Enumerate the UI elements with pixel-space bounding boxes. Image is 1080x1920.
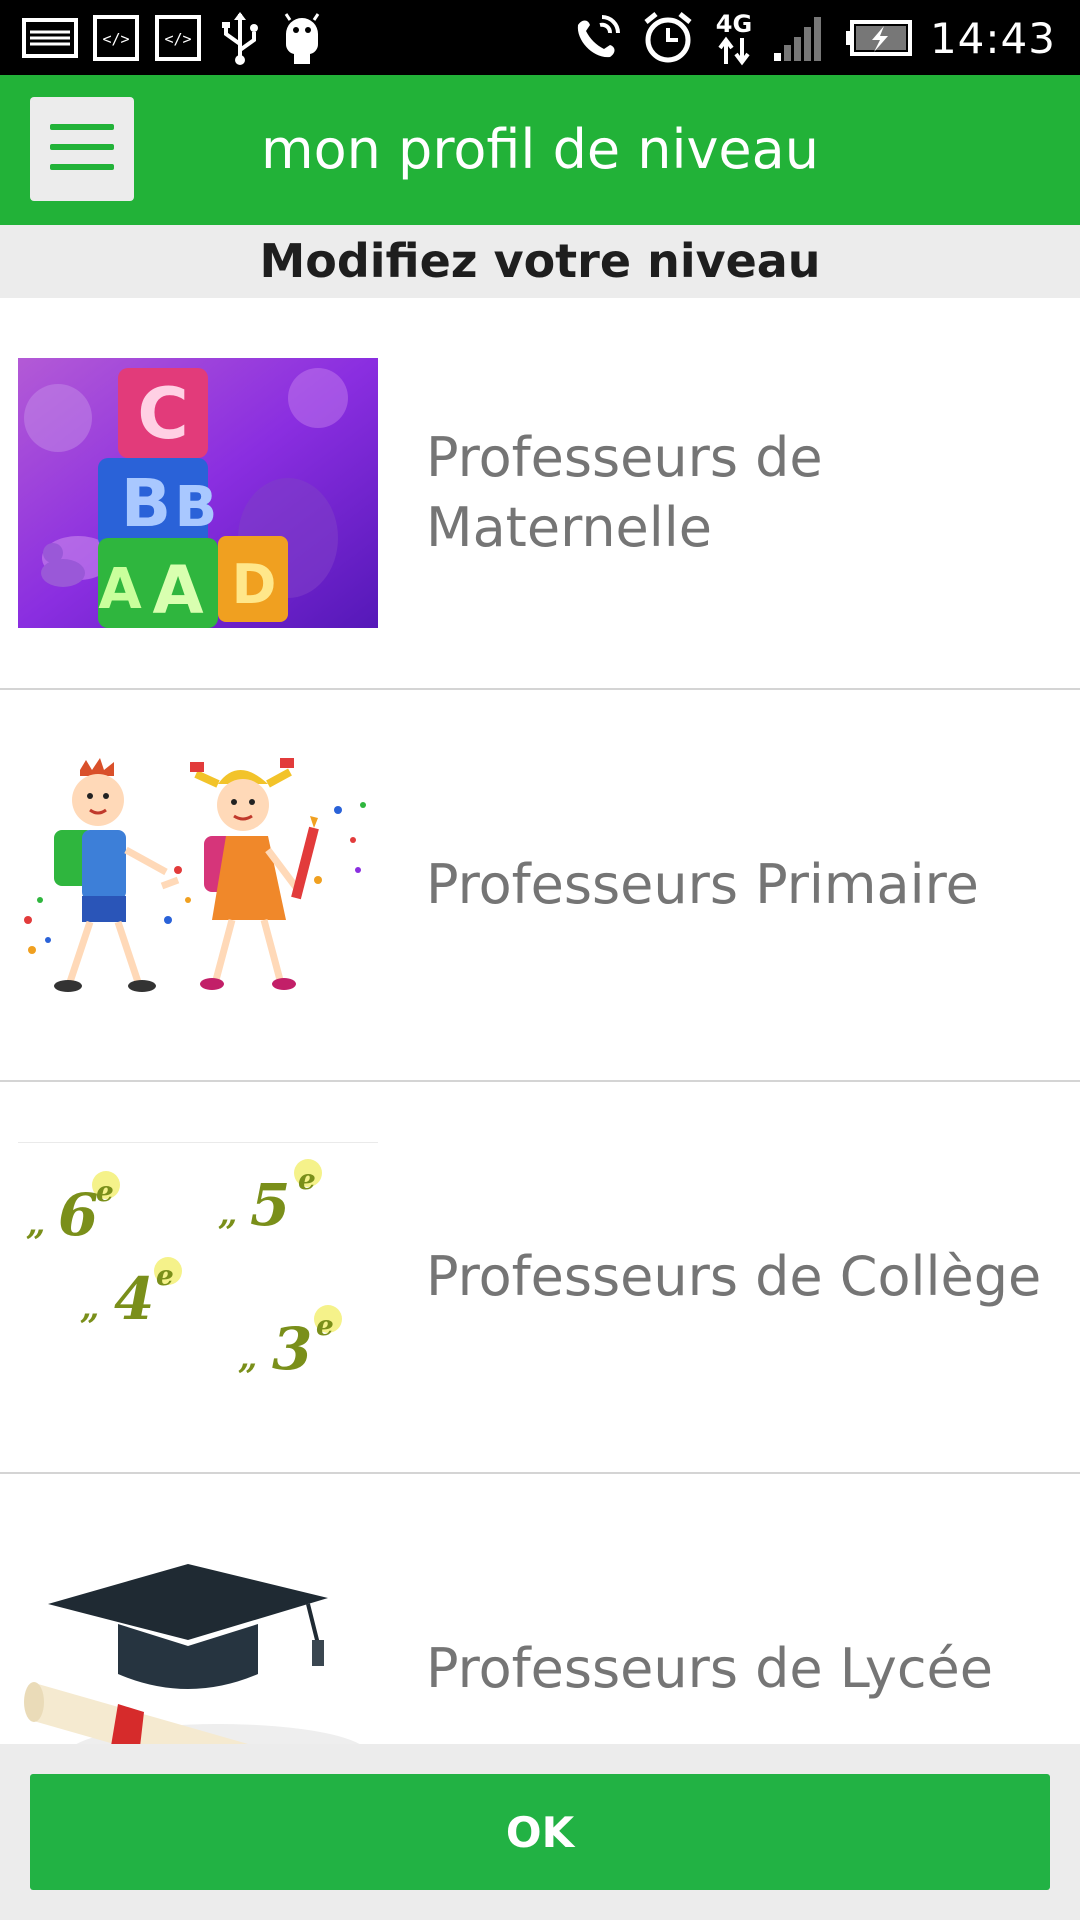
svg-text:A: A bbox=[152, 552, 203, 628]
svg-text:„: „ bbox=[238, 1338, 258, 1378]
hamburger-menu-icon bbox=[50, 120, 114, 178]
status-bar-notifications: </> </> bbox=[22, 8, 326, 68]
code-notification-icon: </> bbox=[154, 14, 202, 62]
alarm-clock-icon bbox=[640, 10, 696, 66]
svg-text:B: B bbox=[175, 475, 218, 540]
grade-number: 4 bbox=[114, 1265, 154, 1333]
menu-button[interactable] bbox=[30, 97, 134, 201]
grade-number: 5 bbox=[250, 1171, 290, 1239]
bottom-bar: OK bbox=[0, 1744, 1080, 1920]
svg-text:D: D bbox=[232, 553, 277, 616]
page-title: mon profil de niveau bbox=[261, 118, 819, 181]
svg-text:</>: </> bbox=[164, 30, 191, 48]
app-bar: mon profil de niveau bbox=[0, 75, 1080, 225]
graduation-cap-diploma-image bbox=[18, 1554, 378, 1744]
android-icon bbox=[278, 10, 326, 66]
level-label: Professeurs de Lycée bbox=[426, 1637, 993, 1700]
grade-suffix: e bbox=[316, 1309, 334, 1342]
code-notification-icon: </> bbox=[92, 14, 140, 62]
level-list: C B B A A D Professeurs de Maternelle Pr… bbox=[0, 298, 1080, 1744]
svg-text:</>: </> bbox=[102, 30, 129, 48]
level-item-lycee[interactable]: Professeurs de Lycée bbox=[0, 1474, 1080, 1744]
grade-suffix: e bbox=[96, 1175, 114, 1208]
level-item-maternelle[interactable]: C B B A A D Professeurs de Maternelle bbox=[0, 298, 1080, 690]
grade-suffix: e bbox=[298, 1163, 316, 1196]
svg-text:„: „ bbox=[26, 1204, 46, 1244]
svg-text:„: „ bbox=[218, 1194, 238, 1234]
svg-text:C: C bbox=[137, 373, 188, 455]
status-bar: </> </> 4G 14:43 bbox=[0, 0, 1080, 75]
svg-text:A: A bbox=[98, 557, 142, 622]
image-notification-icon bbox=[22, 16, 78, 60]
network-4g-icon: 4G bbox=[712, 8, 756, 68]
grade-suffix: e bbox=[156, 1259, 174, 1292]
svg-text:„: „ bbox=[80, 1288, 100, 1328]
svg-text:B: B bbox=[121, 465, 171, 542]
call-forward-icon bbox=[570, 11, 624, 65]
network-type-label: 4G bbox=[716, 10, 752, 38]
status-bar-system: 4G 14:43 bbox=[570, 8, 1056, 68]
signal-strength-icon bbox=[772, 13, 828, 63]
schoolchildren-image bbox=[18, 750, 378, 1020]
level-label: Professeurs Primaire bbox=[426, 853, 979, 916]
level-label: Professeurs de Maternelle bbox=[426, 426, 823, 559]
grade-number: 6 bbox=[58, 1181, 98, 1249]
level-item-college[interactable]: „ 6 e „ 5 e „ 4 e „ 3 e Professeurs de C… bbox=[0, 1082, 1080, 1474]
grade-number: 3 bbox=[272, 1315, 312, 1383]
status-time: 14:43 bbox=[929, 13, 1056, 63]
level-item-primaire[interactable]: Professeurs Primaire bbox=[0, 690, 1080, 1082]
usb-icon bbox=[216, 10, 264, 66]
ok-button[interactable]: OK bbox=[30, 1774, 1050, 1890]
level-label: Professeurs de Collège bbox=[426, 1245, 1042, 1308]
grade-numbers-image: „ 6 e „ 5 e „ 4 e „ 3 e bbox=[18, 1142, 378, 1413]
battery-charging-icon bbox=[844, 18, 914, 58]
alphabet-blocks-image: C B B A A D bbox=[18, 358, 378, 628]
section-header: Modifiez votre niveau bbox=[0, 225, 1080, 298]
